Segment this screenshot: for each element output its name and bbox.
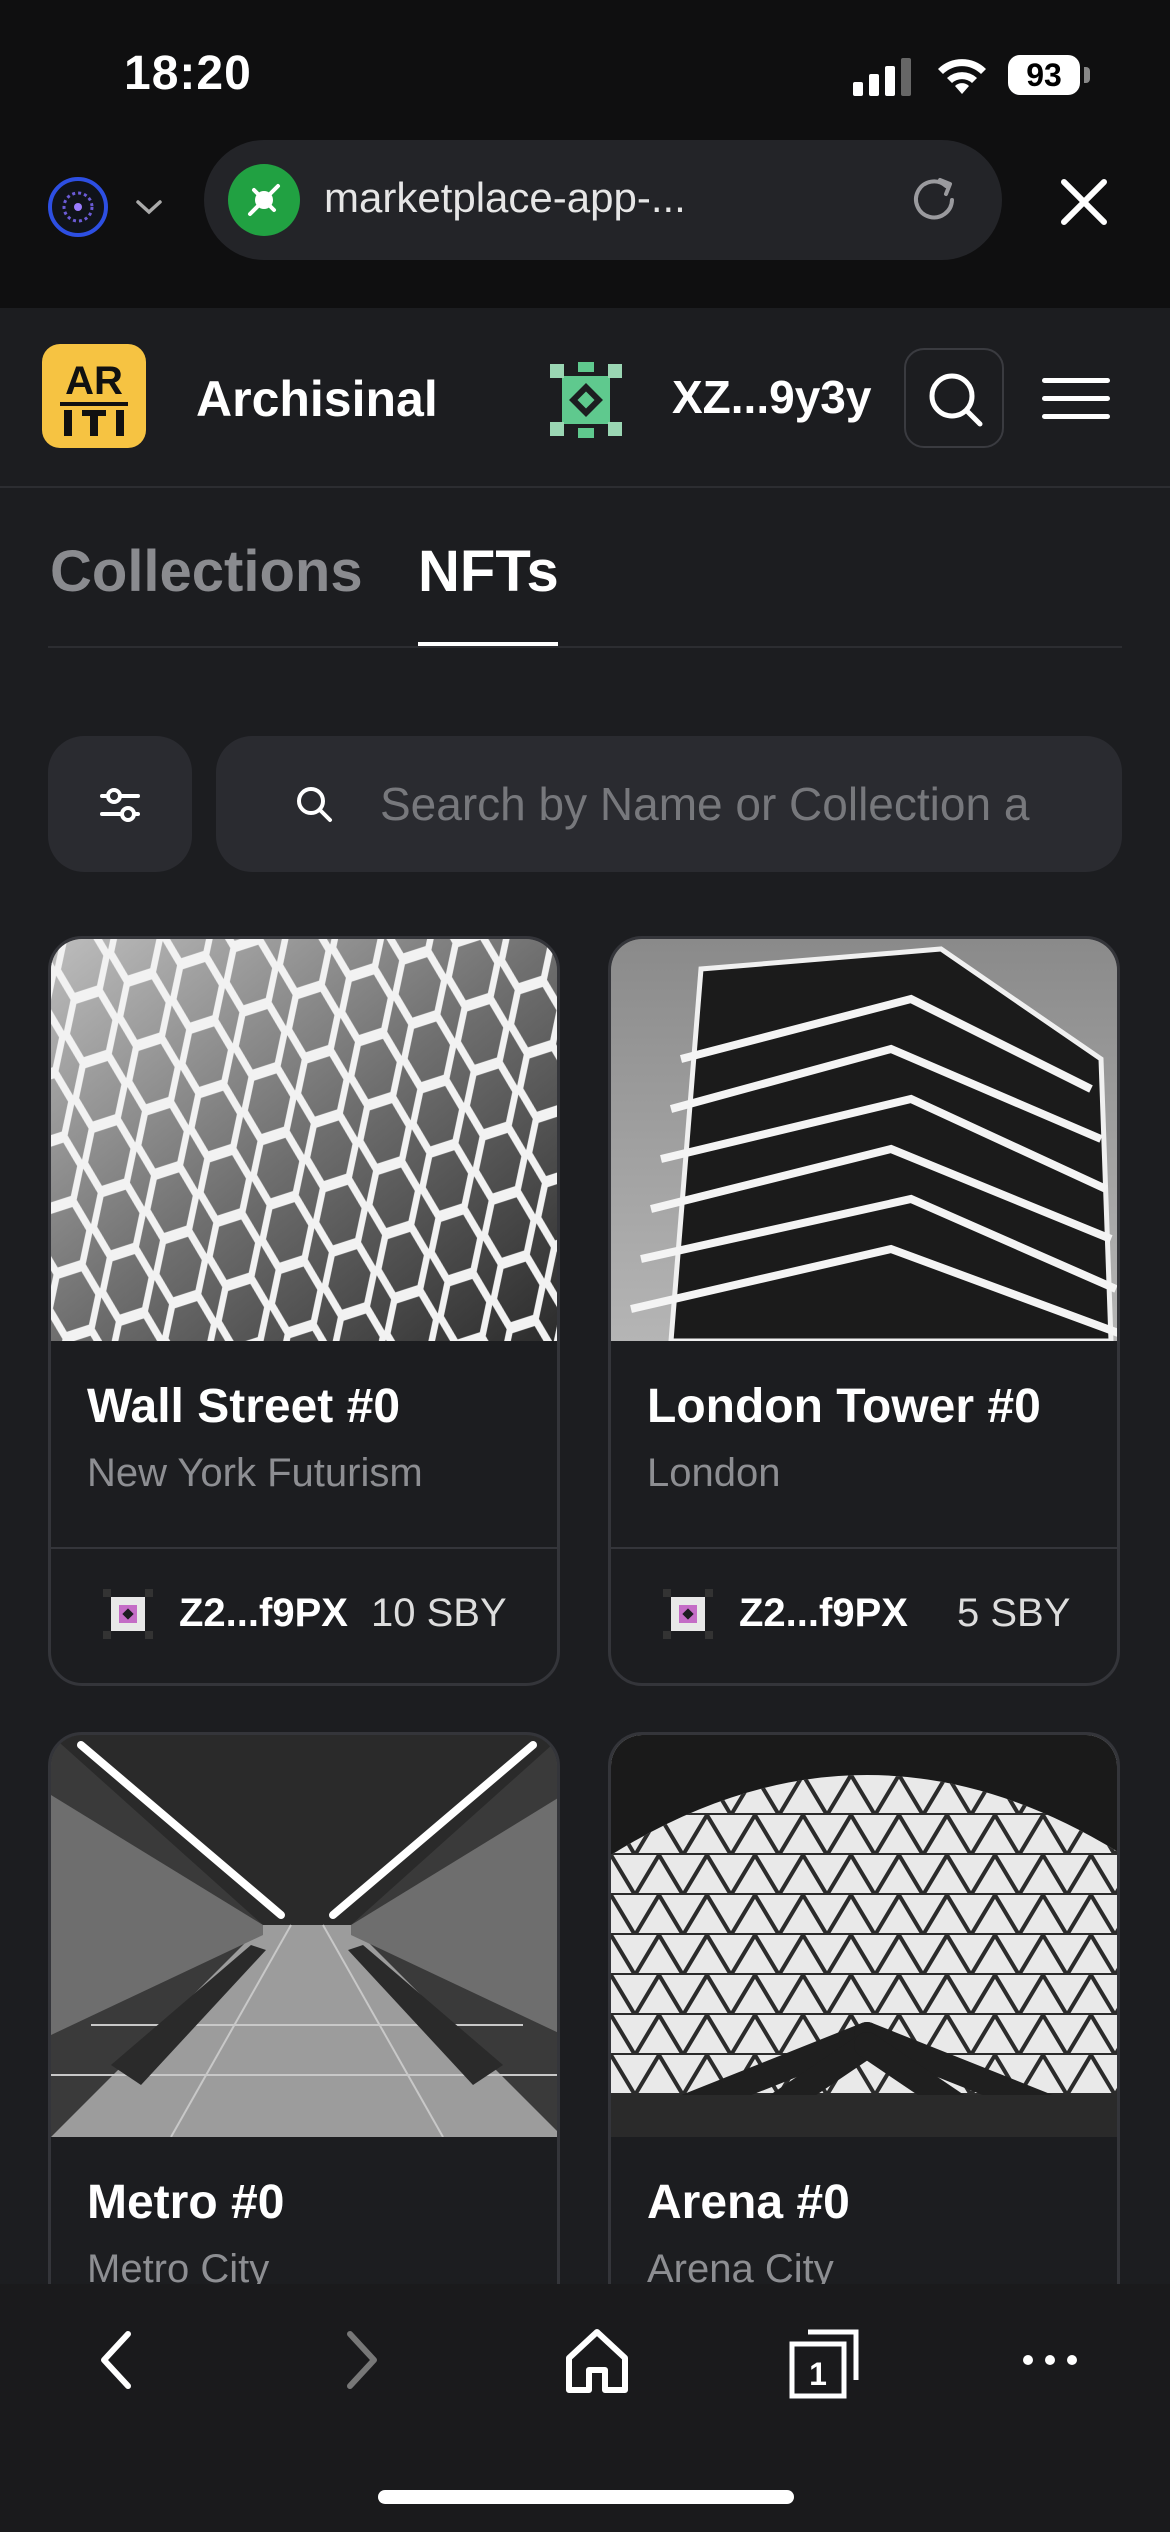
filter-button[interactable] (48, 736, 192, 872)
network-icon (48, 177, 108, 237)
home-icon[interactable] (557, 2320, 637, 2400)
nft-card-london-tower[interactable]: London Tower #0 London Z2...f9PX 5 SBY (608, 936, 1120, 1686)
search-bar[interactable] (216, 736, 1122, 872)
status-time: 18:20 (124, 47, 252, 100)
hamburger-menu-icon[interactable] (1040, 374, 1112, 424)
svg-text:AR: AR (65, 359, 123, 403)
nft-title: Metro #0 (87, 2176, 285, 2229)
nft-title: Arena #0 (647, 2176, 850, 2229)
url-text: marketplace-app-... (324, 174, 686, 221)
nft-collection: New York Futurism (87, 1451, 423, 1495)
home-indicator (378, 2490, 794, 2504)
tab-bar: Collections NFTs (48, 488, 1122, 648)
active-tab-indicator (418, 642, 558, 646)
nft-price: 5 SBY (957, 1591, 1071, 1635)
battery-tip (1084, 67, 1090, 83)
nft-image (611, 1735, 1117, 2137)
sliders-icon (100, 788, 140, 822)
status-bar: 18:20 93 (0, 0, 1170, 140)
card-divider (51, 1547, 557, 1549)
search-input[interactable] (380, 766, 1100, 842)
tab-count: 1 (809, 2356, 827, 2392)
battery-indicator: 93 (1008, 55, 1080, 95)
owner-avatar (663, 1589, 713, 1639)
nft-image (51, 939, 557, 1341)
nft-card-metro[interactable]: Metro #0 Metro City (48, 1732, 560, 2332)
brand-name: Archisinal (196, 371, 438, 427)
archisinal-logo[interactable]: AR (42, 344, 146, 448)
nft-title: Wall Street #0 (87, 1380, 401, 1433)
app-header: AR Archisinal XZ...9y3y (0, 308, 1170, 488)
back-icon[interactable] (78, 2320, 158, 2400)
chevron-down-icon (136, 200, 162, 215)
close-icon[interactable] (1054, 172, 1114, 232)
search-icon (929, 373, 983, 427)
owner-address: Z2...f9PX (179, 1591, 348, 1635)
wifi-icon (938, 59, 986, 94)
browser-toolbar: marketplace-app-... (0, 140, 1170, 308)
tab-nfts[interactable]: NFTs (418, 538, 559, 605)
url-bar[interactable]: marketplace-app-... (204, 140, 1002, 260)
search-icon (297, 787, 332, 822)
reload-icon[interactable] (904, 170, 964, 230)
nft-image (611, 939, 1117, 1341)
owner-address: Z2...f9PX (739, 1591, 908, 1635)
nft-image (51, 1735, 557, 2137)
nft-card-wall-street[interactable]: Wall Street #0 New York Futurism Z2...f9… (48, 936, 560, 1686)
forward-icon[interactable] (320, 2320, 400, 2400)
account-address[interactable]: XZ...9y3y (672, 370, 871, 424)
header-search-button[interactable] (904, 348, 1004, 448)
network-switcher[interactable] (48, 174, 178, 240)
owner-avatar (103, 1589, 153, 1639)
tab-collections[interactable]: Collections (50, 538, 363, 605)
more-options-icon[interactable] (1010, 2320, 1090, 2400)
shield-check-icon (228, 164, 300, 236)
nft-card-arena[interactable]: Arena #0 Arena City (608, 1732, 1120, 2332)
cellular-signal-icon (853, 58, 911, 96)
nft-title: London Tower #0 (647, 1380, 1041, 1433)
account-avatar[interactable] (548, 362, 624, 438)
nft-collection: London (647, 1451, 781, 1495)
card-divider (611, 1547, 1117, 1549)
nft-price: 10 SBY (371, 1591, 507, 1635)
tabs-button[interactable]: 1 (784, 2320, 864, 2400)
